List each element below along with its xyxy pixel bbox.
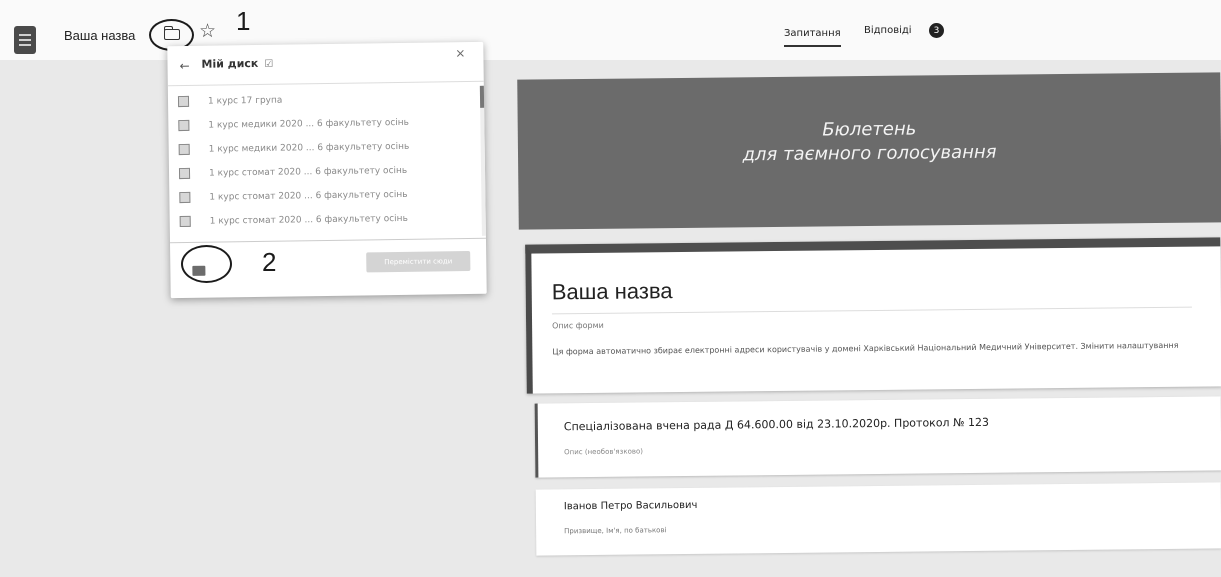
folder-list-item[interactable]: 1 курс стомат 2020 ... 6 факультету осін… [170, 206, 486, 234]
annotation-number-2: 2 [262, 247, 277, 277]
scrollbar-thumb[interactable] [479, 85, 485, 108]
folder-name: 1 курс 17 група [207, 95, 283, 107]
question-title[interactable]: Спеціалізована вчена рада Д 64.600.00 ві… [564, 416, 989, 433]
form-name-input[interactable]: Ваша назва [552, 278, 673, 305]
folder-name: 1 курс стомат 2020 ... 6 факультету осін… [208, 165, 408, 179]
drive-mark-icon: ☑ [264, 58, 274, 70]
folder-icon [179, 215, 191, 228]
answer-card[interactable]: Іванов Петро Васильович Призвище, Ім'я, … [535, 482, 1221, 556]
folder-icon [179, 191, 191, 204]
folder-name: 1 курс стомат 2020 ... 6 факультету осін… [209, 213, 408, 227]
form-title[interactable]: Ваша назва [64, 28, 135, 43]
tab-questions[interactable]: Запитання [784, 28, 841, 47]
answer-subtitle: Призвище, Ім'я, по батькові [564, 526, 667, 536]
form-title-card[interactable]: Ваша назва Опис форми Ця форма автоматич… [525, 237, 1221, 394]
header-banner: Бюлетень для таємного голосування [517, 72, 1221, 230]
dialog-header: ← Мій диск ☑ × [167, 41, 484, 87]
annotation-circle-2 [181, 245, 232, 283]
tab-answers[interactable]: Відповіді [864, 25, 912, 36]
folder-name: 1 курс стомат 2020 ... 6 факультету осін… [209, 189, 408, 203]
folder-icon [178, 167, 191, 180]
form-description-input[interactable]: Опис форми [552, 321, 604, 331]
dialog-title: Мій диск ☑ [201, 57, 273, 71]
folder-name: 1 курс медики 2020 ... 6 факультету осін… [208, 141, 410, 155]
banner-title: Бюлетень для таємного голосування [518, 114, 1221, 169]
dialog-title-label: Мій диск [201, 56, 259, 71]
answers-count-badge: 3 [929, 23, 944, 38]
folder-icon [178, 119, 190, 132]
divider [551, 306, 1192, 315]
question-description[interactable]: Опис (необов'язково) [564, 447, 643, 456]
annotation-number-1: 1 [236, 6, 251, 36]
email-collection-notice: Ця форма автоматично збирає електронні а… [552, 340, 1179, 357]
forms-app-icon[interactable] [14, 26, 36, 54]
folder-name: 1 курс медики 2020 ... 6 факультету осін… [208, 117, 410, 131]
folder-icon [177, 95, 190, 108]
question-card[interactable]: Спеціалізована вчена рада Д 64.600.00 ві… [534, 396, 1221, 478]
close-icon[interactable]: × [455, 46, 465, 60]
answer-title[interactable]: Іванов Петро Васильович [564, 500, 698, 512]
move-here-button[interactable]: Перемістити сюди [366, 251, 471, 273]
folder-icon [178, 143, 190, 156]
star-icon[interactable]: ☆ [199, 20, 216, 42]
back-arrow-icon[interactable]: ← [179, 59, 189, 73]
folder-list: 1 курс 17 група 1 курс медики 2020 ... 6… [168, 86, 486, 240]
